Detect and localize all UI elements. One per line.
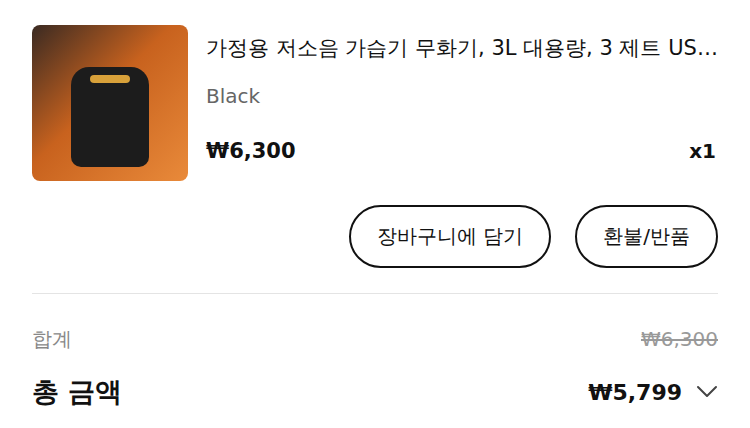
product-row: 가정용 저소음 가습기 무화기, 3L 대용량, 3 제트 US… Black … (32, 25, 718, 181)
subtotal-row: 합계 ₩6,300 (32, 324, 718, 354)
product-quantity: x1 (689, 139, 718, 163)
total-value: ₩5,799 (588, 380, 682, 405)
product-image[interactable] (32, 25, 188, 181)
subtotal-label: 합계 (32, 326, 72, 353)
action-button[interactable]: 환불/반품 (575, 205, 718, 268)
order-item-page: 가정용 저소음 가습기 무화기, 3L 대용량, 3 제트 US… Black … (0, 0, 750, 428)
price-line: ₩6,300 x1 (206, 137, 718, 165)
product-info: 가정용 저소음 가습기 무화기, 3L 대용량, 3 제트 US… Black … (206, 25, 718, 181)
total-value-group: ₩5,799 (588, 380, 718, 405)
chevron-down-icon[interactable] (696, 385, 718, 399)
product-price: ₩6,300 (206, 137, 296, 165)
humidifier-icon (71, 67, 149, 167)
product-option: Black (206, 83, 718, 109)
subtotal-value: ₩6,300 (641, 327, 718, 351)
divider (32, 293, 718, 294)
total-row[interactable]: 총 금액 ₩5,799 (32, 374, 718, 410)
product-title[interactable]: 가정용 저소음 가습기 무화기, 3L 대용량, 3 제트 US… (206, 33, 718, 63)
action-button[interactable]: 장바구니에 담기 (349, 205, 551, 268)
total-label: 총 금액 (32, 374, 122, 410)
button-row: 장바구니에 담기 환불/반품 (32, 205, 718, 268)
